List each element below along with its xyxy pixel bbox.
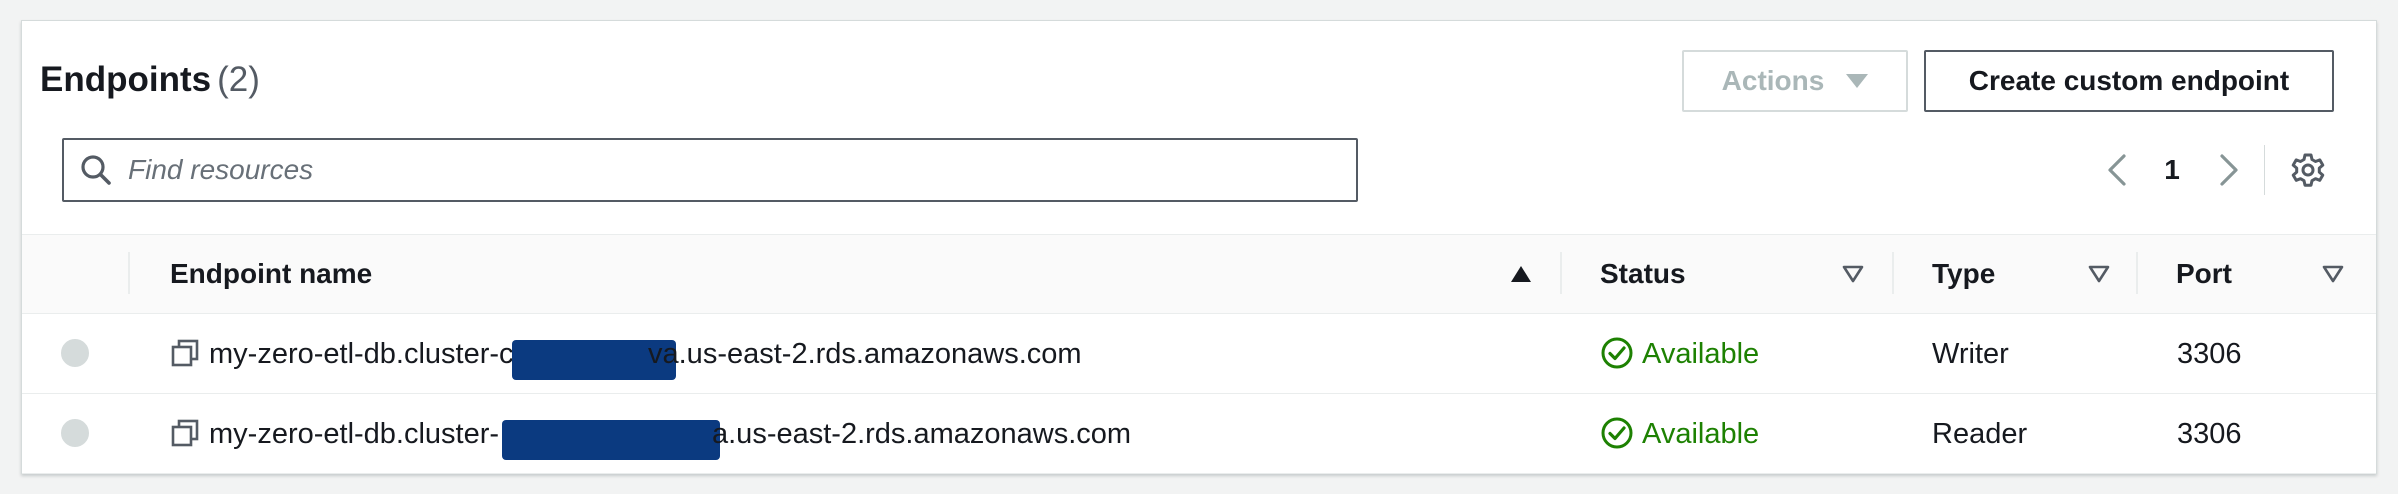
type-text: Writer	[1932, 338, 2009, 370]
search-icon	[81, 155, 111, 185]
row-select-radio[interactable]	[61, 339, 89, 367]
column-header-endpoint-name[interactable]: Endpoint name	[170, 256, 372, 292]
endpoint-name-prefix: my-zero-etl-db.cluster-	[209, 418, 500, 450]
caret-down-icon	[1846, 74, 1869, 88]
column-header-status[interactable]: Status	[1600, 256, 1686, 292]
port-text: 3306	[2177, 338, 2242, 370]
search-input[interactable]	[128, 148, 1338, 192]
endpoint-name-prefix: my-zero-etl-db.cluster-c	[209, 338, 514, 370]
actions-button[interactable]: Actions	[1682, 50, 1908, 112]
actions-label: Actions	[1721, 65, 1825, 96]
type-text: Reader	[1932, 418, 2028, 450]
status-text: Available	[1642, 338, 1760, 370]
copy-icon[interactable]	[170, 338, 200, 368]
sort-icon[interactable]	[2322, 264, 2344, 284]
row-select-radio[interactable]	[61, 419, 89, 447]
create-label: Create custom endpoint	[1968, 65, 2290, 96]
toolbar-divider	[2264, 145, 2265, 195]
check-circle-icon	[1601, 417, 1633, 449]
title-count: (2)	[217, 60, 260, 99]
check-circle-icon	[1601, 337, 1633, 369]
sort-icon[interactable]	[2088, 264, 2110, 284]
status-text: Available	[1642, 418, 1760, 450]
column-header-port[interactable]: Port	[2176, 256, 2232, 292]
endpoint-name-suffix: a.us-east-2.rds.amazonaws.com	[712, 418, 1132, 450]
sort-icon[interactable]	[1842, 264, 1864, 284]
redaction-mark	[502, 420, 720, 460]
create-custom-endpoint-button[interactable]: Create custom endpoint	[1924, 50, 2334, 112]
sort-ascending-icon[interactable]	[1510, 264, 1532, 284]
column-divider	[2136, 252, 2138, 294]
column-divider	[1892, 252, 1894, 294]
endpoint-name-suffix: va.us-east-2.rds.amazonaws.com	[648, 338, 1082, 370]
table-header	[22, 234, 2376, 314]
chevron-right-icon[interactable]	[2214, 152, 2242, 188]
column-divider	[1560, 252, 1562, 294]
title-text: Endpoints	[40, 60, 212, 99]
gear-icon[interactable]	[2290, 152, 2326, 188]
column-header-type[interactable]: Type	[1932, 256, 1995, 292]
column-divider	[128, 252, 130, 294]
port-text: 3306	[2177, 418, 2242, 450]
page-number[interactable]: 1	[2158, 152, 2186, 188]
page-title: Endpoints (2)	[40, 58, 260, 102]
chevron-left-icon[interactable]	[2104, 152, 2132, 188]
search-field[interactable]	[62, 138, 1358, 202]
copy-icon[interactable]	[170, 418, 200, 448]
